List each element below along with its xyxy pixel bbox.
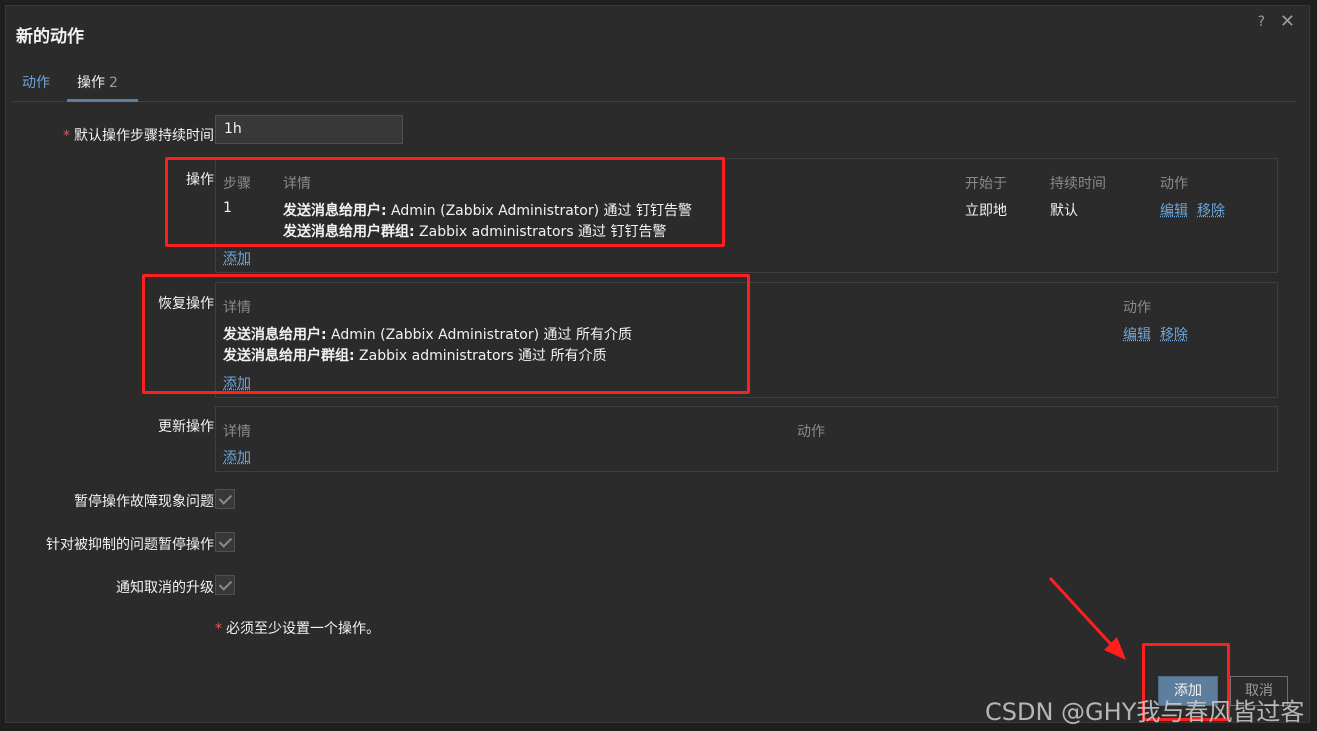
tab-bar: 动作 操作 2 bbox=[12, 68, 1296, 102]
pause-symptoms-checkbox[interactable] bbox=[215, 532, 235, 552]
col-start: 开始于 bbox=[965, 176, 1007, 192]
op-start-value: 立即地 bbox=[965, 203, 1007, 219]
op-detail-line2: 发送消息给用户群组: Zabbix administrators 通过 钉钉告警 bbox=[283, 224, 667, 240]
rec-detail-line1: 发送消息给用户: Admin (Zabbix Administrator) 通过… bbox=[223, 327, 632, 343]
pause-suppressed-label: 暂停操作故障现象问题 bbox=[74, 494, 214, 510]
operations-label: 操作 bbox=[186, 172, 214, 188]
update-panel: 详情 动作 添加 bbox=[215, 406, 1278, 472]
tab-operations[interactable]: 操作 2 bbox=[77, 72, 118, 100]
pause-suppressed-checkbox[interactable] bbox=[215, 489, 235, 509]
rec-col-actions: 动作 bbox=[1123, 300, 1151, 316]
op-detail-line1: 发送消息给用户: Admin (Zabbix Administrator) 通过… bbox=[283, 203, 692, 219]
tab-action[interactable]: 动作 bbox=[22, 72, 50, 100]
active-tab-indicator bbox=[67, 99, 138, 102]
op-edit-link[interactable]: 编辑 bbox=[1160, 200, 1188, 220]
notify-canceled-label: 通知取消的升级 bbox=[116, 580, 214, 596]
pause-symptoms-label: 针对被抑制的问题暂停操作 bbox=[46, 537, 214, 553]
col-actions: 动作 bbox=[1160, 176, 1188, 192]
rec-add-link[interactable]: 添加 bbox=[223, 373, 251, 393]
op-add-link[interactable]: 添加 bbox=[223, 248, 251, 268]
op-duration-value: 默认 bbox=[1050, 203, 1078, 219]
col-step: 步骤 bbox=[223, 176, 251, 192]
default-duration-label: * 默认操作步骤持续时间 bbox=[63, 128, 214, 144]
dialog-title: 新的动作 bbox=[16, 27, 84, 47]
recovery-panel: 详情 动作 发送消息给用户: Admin (Zabbix Administrat… bbox=[215, 282, 1278, 398]
tab-operations-count: 2 bbox=[109, 75, 118, 91]
op-step-value: 1 bbox=[223, 200, 232, 216]
rec-remove-link[interactable]: 移除 bbox=[1160, 324, 1188, 344]
update-label: 更新操作 bbox=[158, 419, 214, 435]
default-duration-input[interactable]: 1h bbox=[215, 115, 403, 144]
tab-operations-label: 操作 bbox=[77, 75, 105, 91]
op-remove-link[interactable]: 移除 bbox=[1197, 200, 1225, 220]
rec-edit-link[interactable]: 编辑 bbox=[1123, 324, 1151, 344]
operations-panel: 步骤 详情 开始于 持续时间 动作 1 发送消息给用户: Admin (Zabb… bbox=[215, 158, 1278, 273]
close-icon[interactable]: ✕ bbox=[1280, 11, 1295, 32]
col-details: 详情 bbox=[283, 176, 311, 192]
rec-detail-line2: 发送消息给用户群组: Zabbix administrators 通过 所有介质 bbox=[223, 348, 607, 364]
notify-canceled-checkbox[interactable] bbox=[215, 575, 235, 595]
upd-col-details: 详情 bbox=[223, 424, 251, 440]
help-icon[interactable]: ? bbox=[1258, 14, 1265, 30]
upd-col-actions: 动作 bbox=[797, 424, 825, 440]
watermark: CSDN @GHY我与春风皆过客 bbox=[985, 698, 1305, 726]
col-duration: 持续时间 bbox=[1050, 176, 1106, 192]
upd-add-link[interactable]: 添加 bbox=[223, 447, 251, 467]
required-note: * 必须至少设置一个操作。 bbox=[215, 621, 380, 637]
rec-col-details: 详情 bbox=[223, 300, 251, 316]
recovery-label: 恢复操作 bbox=[158, 296, 214, 312]
